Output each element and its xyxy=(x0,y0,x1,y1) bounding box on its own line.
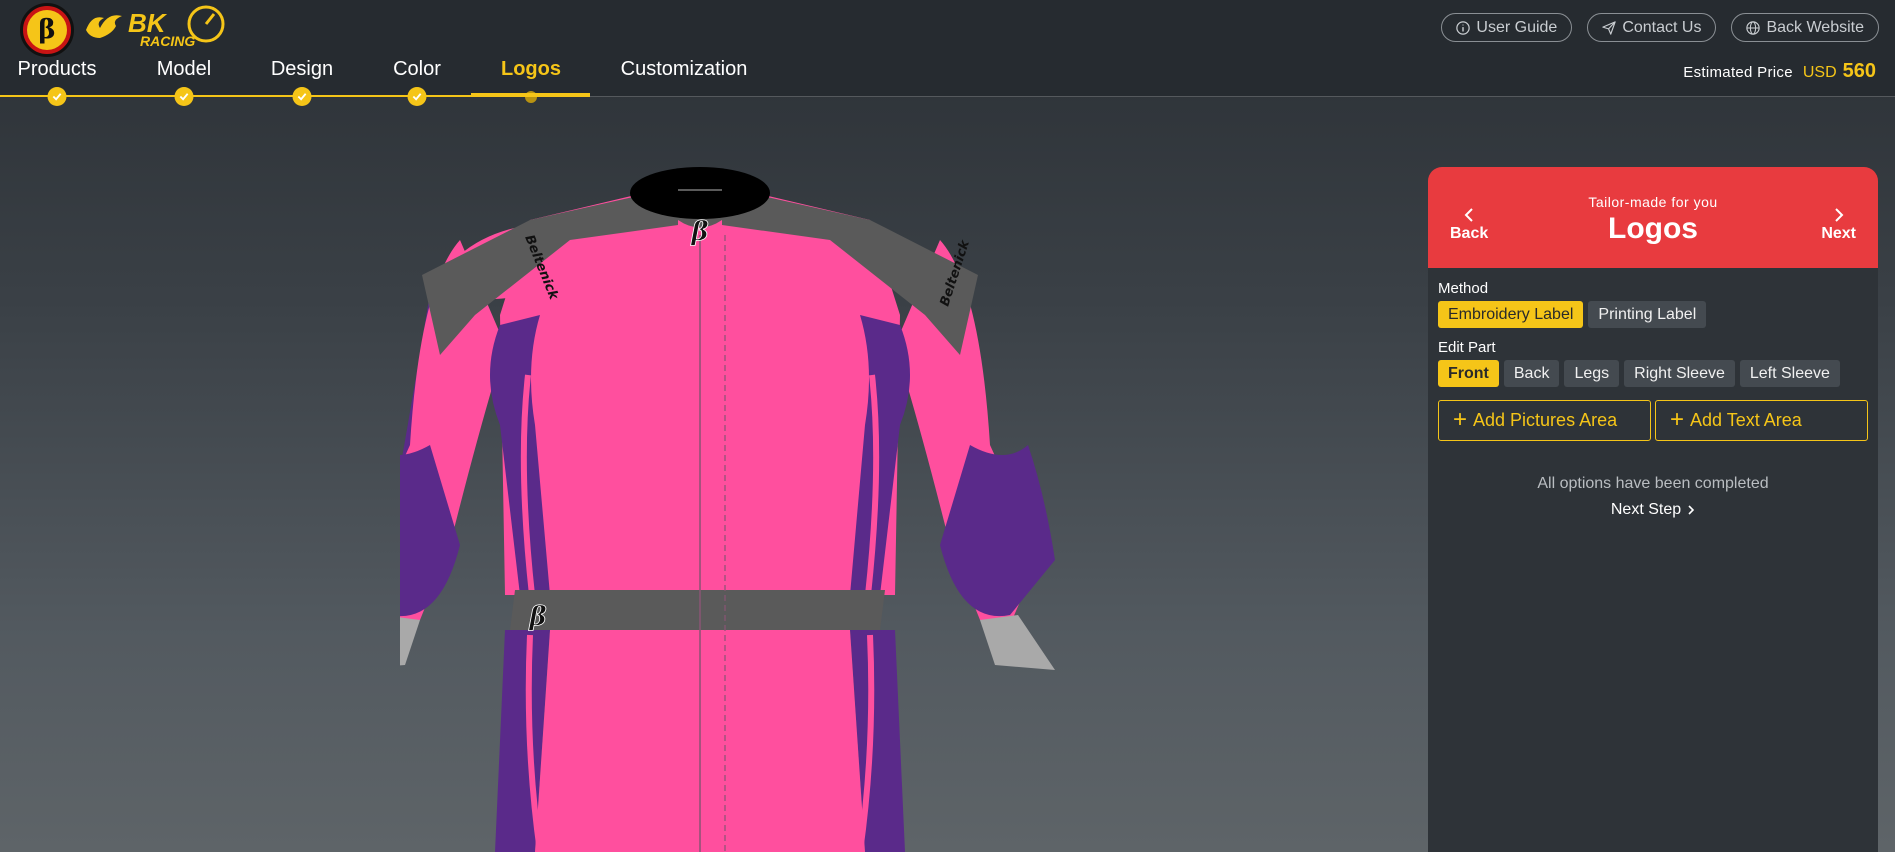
part-back[interactable]: Back xyxy=(1503,360,1560,387)
edit-part-label: Edit Part xyxy=(1438,339,1496,356)
panel-body: Method Embroidery Label Printing Label E… xyxy=(1428,268,1878,531)
next-step-link[interactable]: Next Step xyxy=(1611,501,1695,519)
active-step-underline xyxy=(471,93,590,97)
send-icon xyxy=(1602,20,1617,35)
edit-part-options: Front Back Legs Right Sleeve Left Sleeve xyxy=(1438,360,1868,387)
add-pictures-label: Add Pictures Area xyxy=(1473,410,1618,430)
step-design-check-icon xyxy=(292,87,312,106)
user-guide-button[interactable]: User Guide xyxy=(1441,13,1573,42)
part-left-sleeve[interactable]: Left Sleeve xyxy=(1739,360,1840,387)
step-model[interactable]: Model xyxy=(157,58,211,81)
panel-subtitle: Tailor-made for you xyxy=(1588,194,1718,210)
collar-logo[interactable]: β xyxy=(690,217,709,248)
back-website-button[interactable]: Back Website xyxy=(1731,13,1879,42)
brand-badge-letter: β xyxy=(27,10,67,50)
user-guide-label: User Guide xyxy=(1476,18,1558,36)
next-step-label: Next Step xyxy=(1610,501,1682,518)
step-color[interactable]: Color xyxy=(393,58,441,81)
step-products-check-icon xyxy=(47,87,67,106)
top-bar: β BK RACING User Guide Contact Us Back W… xyxy=(0,0,1895,106)
brand-badge-logo[interactable]: β xyxy=(20,3,74,57)
step-logos[interactable]: Logos xyxy=(501,58,561,81)
plus-icon: + xyxy=(1453,405,1468,433)
step-design[interactable]: Design xyxy=(271,58,333,81)
step-model-check-icon xyxy=(174,87,194,106)
brand-wordmark-logo[interactable]: BK RACING xyxy=(82,4,227,50)
top-links: User Guide Contact Us Back Website xyxy=(1441,13,1879,42)
belt-logo[interactable]: β xyxy=(528,602,547,633)
add-text-label: Add Text Area xyxy=(1690,410,1802,430)
panel-header: Back Tailor-made for you Logos Next xyxy=(1428,167,1878,268)
info-icon xyxy=(1456,20,1471,35)
back-website-label: Back Website xyxy=(1766,18,1864,36)
racing-suit-preview[interactable]: β β Beltenick Beltenick xyxy=(400,165,1100,852)
method-printing-label[interactable]: Printing Label xyxy=(1588,301,1707,328)
logos-panel: Back Tailor-made for you Logos Next Meth… xyxy=(1428,167,1878,852)
method-options: Embroidery Label Printing Label xyxy=(1438,301,1868,328)
estimated-price: Estimated Price USD 560 xyxy=(1683,60,1876,83)
chevron-right-icon xyxy=(1834,208,1844,222)
panel-next-button[interactable]: Next xyxy=(1821,207,1856,243)
completion-message: All options have been completed xyxy=(1537,475,1769,492)
step-products[interactable]: Products xyxy=(18,58,97,81)
part-right-sleeve[interactable]: Right Sleeve xyxy=(1624,360,1735,387)
step-customization[interactable]: Customization xyxy=(621,58,748,81)
globe-icon xyxy=(1746,20,1761,35)
price-value: 560 xyxy=(1842,60,1876,82)
price-currency: USD xyxy=(1802,64,1837,81)
price-label: Estimated Price xyxy=(1683,64,1793,81)
step-color-check-icon xyxy=(407,87,427,106)
add-pictures-area-button[interactable]: + Add Pictures Area xyxy=(1438,400,1651,441)
method-embroidery-label[interactable]: Embroidery Label xyxy=(1438,301,1584,328)
panel-title: Logos xyxy=(1608,212,1698,245)
plus-icon: + xyxy=(1670,405,1685,433)
method-label: Method xyxy=(1438,280,1489,297)
contact-us-label: Contact Us xyxy=(1622,18,1702,36)
svg-text:RACING: RACING xyxy=(140,33,195,49)
step-progress: Products Model Design Color Logos Custom… xyxy=(0,58,800,106)
completion-section: All options have been completed Next Ste… xyxy=(1438,475,1868,519)
part-legs[interactable]: Legs xyxy=(1564,360,1620,387)
contact-us-button[interactable]: Contact Us xyxy=(1587,13,1717,42)
add-text-area-button[interactable]: + Add Text Area xyxy=(1655,400,1868,441)
add-area-buttons: + Add Pictures Area + Add Text Area xyxy=(1438,400,1868,441)
panel-next-label: Next xyxy=(1821,225,1856,242)
chevron-right-icon xyxy=(1688,505,1695,515)
part-front[interactable]: Front xyxy=(1438,360,1499,387)
